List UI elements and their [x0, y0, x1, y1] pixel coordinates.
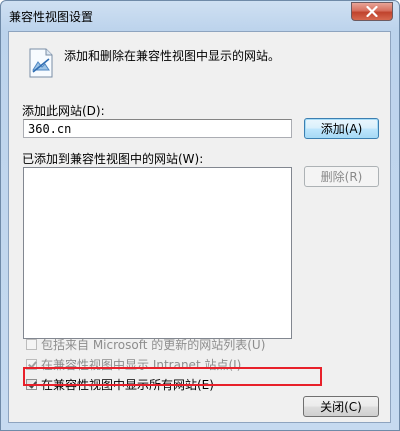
description-text: 添加和删除在兼容性视图中显示的网站。 [64, 49, 281, 63]
dialog-content: 添加和删除在兼容性视图中显示的网站。 添加此网站(D): 添加(A) 已添加到兼… [8, 31, 391, 423]
microsoft-list-label: 包括来自 Microsoft 的更新的网站列表(U) [41, 338, 266, 352]
add-site-label: 添加此网站(D): [22, 104, 105, 118]
add-button[interactable]: 添加(A) [304, 118, 379, 139]
close-icon [366, 6, 378, 17]
microsoft-list-checkbox[interactable] [26, 339, 37, 350]
close-button[interactable]: 关闭(C) [303, 396, 379, 417]
title-close-button[interactable] [351, 2, 393, 21]
add-site-input[interactable] [23, 119, 292, 138]
remove-button[interactable]: 删除(R) [304, 166, 379, 187]
site-list[interactable] [23, 167, 292, 339]
compat-view-icon [29, 48, 53, 78]
title-bar[interactable]: 兼容性视图设置 [1, 1, 399, 31]
window-title: 兼容性视图设置 [9, 10, 94, 24]
microsoft-list-option[interactable]: 包括来自 Microsoft 的更新的网站列表(U) [26, 337, 265, 352]
highlight-annotation [23, 367, 322, 386]
site-list-label: 已添加到兼容性视图中的网站(W): [22, 152, 204, 166]
